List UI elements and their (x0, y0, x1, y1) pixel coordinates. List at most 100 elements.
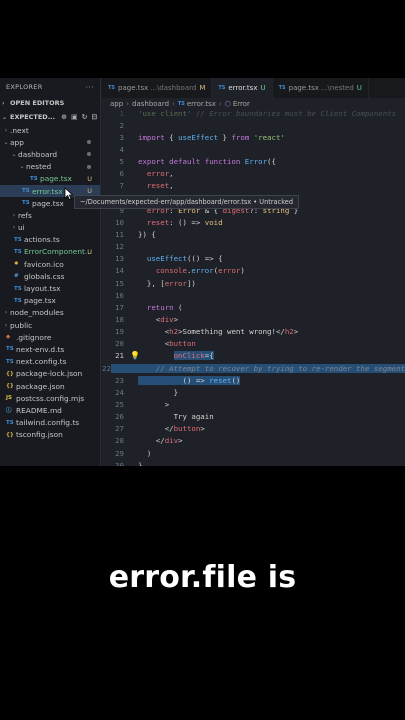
modified-dot-icon (87, 152, 91, 157)
code-line: 13 useEffect(() => { (115, 254, 223, 264)
open-editors-section[interactable]: › OPEN EDITORS (0, 96, 100, 110)
tree-item-label: public (10, 320, 33, 330)
editor-tab[interactable]: TS error.tsx U (212, 78, 273, 98)
code-line: 💡 21 onClick={ (115, 350, 214, 361)
tree-folder[interactable]: › ui (0, 222, 100, 234)
tree-file[interactable]: TS layout.tsx (0, 282, 100, 294)
chevron-right-icon: › (4, 126, 8, 134)
git-file-icon: ◆ (6, 334, 11, 341)
tree-file[interactable]: TS tailwind.config.ts (0, 417, 100, 429)
collapse-all-icon[interactable]: ⊟ (91, 113, 97, 121)
tree-file[interactable]: # globals.css (0, 270, 100, 282)
tab-git-status: U (356, 84, 362, 92)
editor-tab[interactable]: TS page.tsx ...\nested U (273, 78, 369, 98)
refresh-icon[interactable]: ↻ (82, 113, 88, 121)
tree-file[interactable]: ✹ favicon.ico (0, 258, 100, 270)
tab-label: page.tsx (288, 84, 319, 92)
code-line: 19 <h2>Something went wrong!</h2> (115, 327, 299, 337)
typescript-file-icon: TS (6, 346, 14, 353)
git-status-badge: U (87, 187, 92, 196)
tree-file[interactable]: ⓘ README.md (0, 404, 100, 416)
css-file-icon: # (14, 273, 19, 280)
tab-path: ...\nested (320, 84, 354, 92)
chevron-down-icon: ⌄ (3, 138, 9, 146)
tree-folder[interactable]: › node_modules (0, 307, 100, 319)
tree-folder[interactable]: › public (0, 319, 100, 331)
tree-file[interactable]: TS next-env.d.ts (0, 343, 100, 355)
new-folder-icon[interactable]: ▣ (71, 113, 78, 121)
code-line: 1'use client' // Error boundaries must b… (119, 108, 397, 118)
lightbulb-icon[interactable]: 💡 (130, 351, 140, 360)
tab-git-status: M (199, 84, 206, 92)
tree-file[interactable]: TS page.tsx U (0, 173, 100, 185)
json-file-icon: {} (6, 431, 14, 438)
tree-item-label: .gitignore (16, 332, 52, 342)
tree-item-label: favicon.ico (24, 259, 64, 269)
git-status-badge: U (87, 174, 92, 183)
tree-item-label: next-env.d.ts (16, 344, 65, 354)
typescript-file-icon: TS (14, 285, 22, 292)
typescript-file-icon: TS (14, 297, 22, 304)
tab-label: page.tsx (118, 84, 149, 92)
project-section[interactable]: ⌄ EXPECTED... ⊕ ▣ ↻ ⊟ (0, 110, 100, 124)
javascript-file-icon: JS (6, 395, 13, 402)
code-line: 29 ) (115, 448, 152, 458)
code-line: 12 (115, 242, 124, 252)
tree-folder[interactable]: ⌄ dashboard (0, 148, 100, 160)
code-line: 27 </button> (115, 424, 205, 434)
code-line: 18 <div> (115, 314, 179, 324)
tree-item-label: page.tsx (32, 198, 64, 208)
mouse-pointer-icon (64, 187, 74, 201)
tab-path: ...\dashboard (150, 84, 197, 92)
typescript-file-icon: TS (6, 358, 14, 365)
tree-item-label: tailwind.config.ts (16, 418, 80, 428)
new-file-icon[interactable]: ⊕ (61, 113, 67, 121)
code-line: 23 () => reset() (115, 375, 241, 385)
explorer-header: EXPLORER ··· (0, 78, 100, 96)
editor-tabs: TS page.tsx ...\dashboard M TS error.tsx U TS pa… (102, 78, 405, 98)
json-file-icon: {} (6, 383, 14, 390)
tree-file[interactable]: {} tsconfig.json (0, 429, 100, 441)
chevron-right-icon: › (4, 321, 8, 329)
open-editors-label: OPEN EDITORS (10, 99, 65, 107)
code-line: 15 }, [error]) (115, 278, 196, 288)
typescript-file-icon: TS (14, 248, 22, 255)
more-actions-icon[interactable]: ··· (85, 83, 94, 92)
tree-file[interactable]: TS page.tsx (0, 295, 100, 307)
tree-item-label: package.json (16, 381, 65, 391)
code-line: 11}) { (115, 229, 156, 239)
tree-folder[interactable]: › .next (0, 124, 100, 136)
tree-file[interactable]: {} package.json (0, 380, 100, 392)
modified-dot-icon (87, 164, 91, 169)
editor-tab[interactable]: TS page.tsx ...\dashboard M (102, 78, 213, 98)
tree-item-label: actions.ts (24, 235, 60, 245)
code-editor[interactable]: 1'use client' // Error boundaries must b… (102, 107, 405, 466)
tree-file[interactable]: TS ErrorComponent... U (0, 246, 100, 258)
tree-folder[interactable]: ⌄ app (0, 136, 100, 148)
code-line: 24 } (115, 387, 179, 397)
code-line: 26 Try again (115, 412, 214, 422)
info-file-icon: ⓘ (6, 408, 12, 415)
typescript-file-icon: TS (22, 200, 30, 207)
typescript-file-icon: TS (30, 175, 38, 182)
chevron-down-icon: ⌄ (19, 163, 25, 171)
tree-item-label: refs (18, 210, 32, 220)
typescript-file-icon: TS (14, 236, 22, 243)
tree-file[interactable]: TS next.config.ts (0, 356, 100, 368)
tree-folder[interactable]: › refs (0, 209, 100, 221)
tree-file[interactable]: ◆ .gitignore (0, 331, 100, 343)
json-file-icon: {} (6, 370, 14, 377)
tree-file[interactable]: TS actions.ts (0, 234, 100, 246)
tree-item-label: nested (26, 162, 52, 172)
tree-item-label: node_modules (10, 308, 64, 318)
tree-item-label: dashboard (18, 149, 58, 159)
code-line: 25 > (115, 399, 170, 409)
tree-folder[interactable]: ⌄ nested (0, 161, 100, 173)
tree-file[interactable]: JS postcss.config.mjs (0, 392, 100, 404)
code-line: 7 reset, (119, 181, 174, 191)
chevron-right-icon: › (12, 224, 16, 232)
tree-item-label: tsconfig.json (16, 430, 63, 440)
code-line: 30} (115, 460, 143, 466)
tree-file[interactable]: {} package-lock.json (0, 368, 100, 380)
typescript-file-icon: TS (177, 100, 185, 107)
